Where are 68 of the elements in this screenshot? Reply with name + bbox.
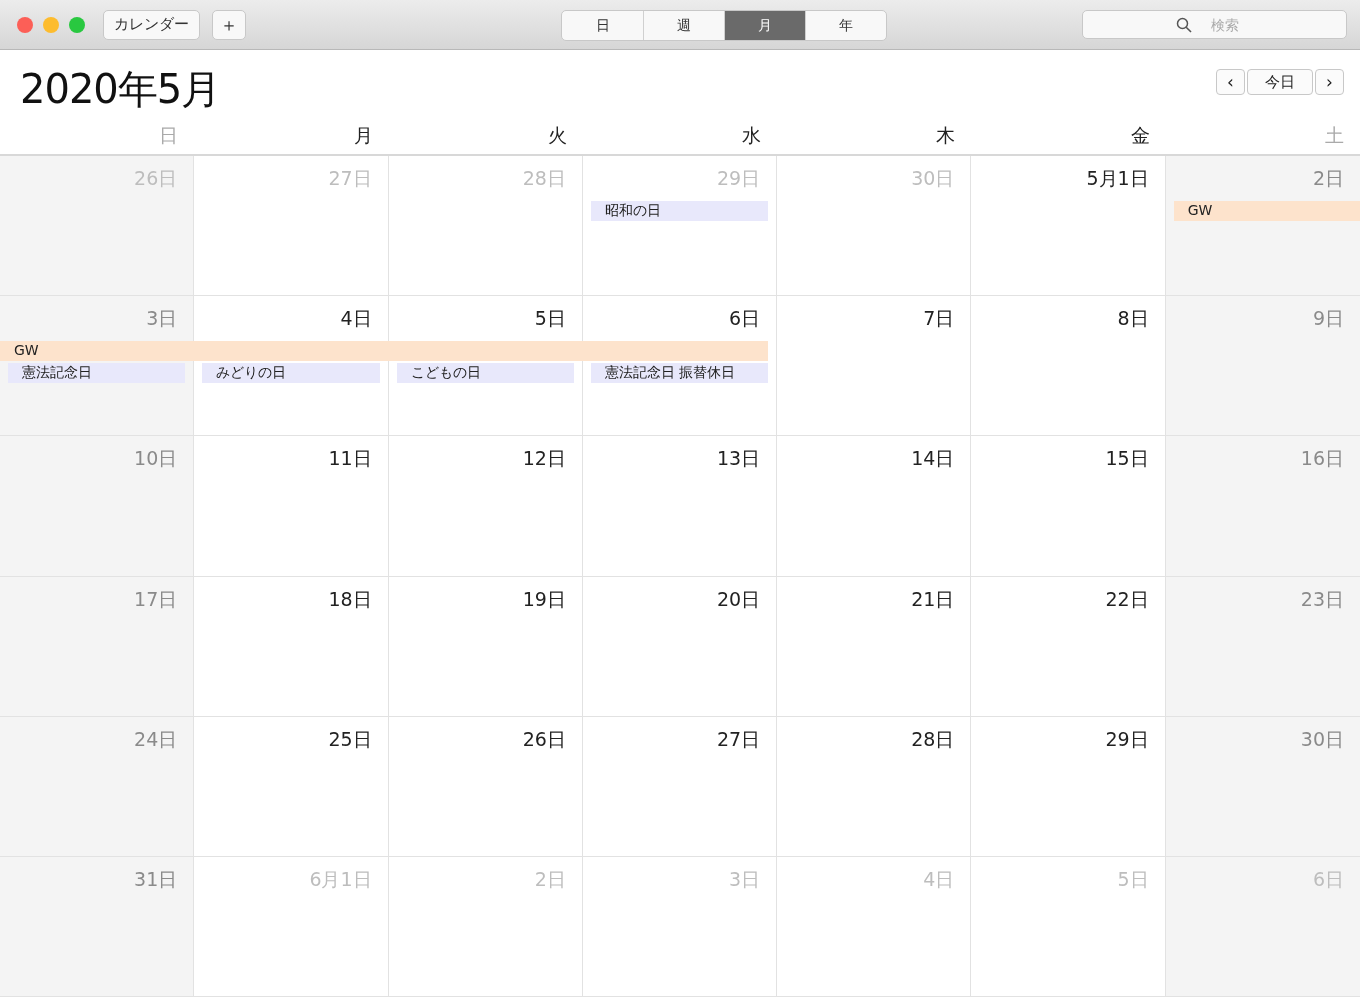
day-number: 3日: [146, 306, 178, 332]
weekday-heading: 火: [547, 123, 567, 148]
day-number: 28日: [911, 726, 955, 752]
day-number: 25日: [328, 726, 372, 752]
weekday-heading: 月: [353, 123, 373, 148]
day-number: 9日: [1312, 306, 1344, 332]
day-number: 7日: [923, 306, 955, 332]
day-number: 18日: [328, 586, 372, 612]
day-number: 6月1日: [309, 866, 372, 892]
view-tab[interactable]: 年: [805, 11, 886, 40]
zoom-button[interactable]: [69, 16, 85, 33]
day-number: 27日: [328, 166, 372, 191]
day-number: 11日: [328, 446, 372, 472]
day-number: 19日: [522, 586, 566, 612]
day-number: 29日: [1105, 726, 1149, 752]
view-tab[interactable]: 月: [724, 11, 805, 40]
day-number: 10日: [134, 446, 178, 472]
day-number: 6日: [729, 306, 761, 332]
day-number: 16日: [1300, 446, 1344, 472]
event-bar[interactable]: こどもの日: [396, 363, 574, 384]
weekday-heading: 日: [159, 123, 179, 148]
day-number: 22日: [1105, 586, 1149, 612]
day-number: 8日: [1117, 306, 1149, 332]
search-icon: [1176, 17, 1192, 33]
event-bar[interactable]: 憲法記念日 振替休日: [590, 363, 769, 384]
month-title: 2020年5月: [20, 64, 221, 114]
day-number: 14日: [911, 446, 955, 472]
day-number: 21日: [911, 586, 955, 612]
event-bar[interactable]: GW: [0, 341, 769, 362]
day-number: 12日: [522, 446, 566, 472]
day-number: 27日: [716, 726, 761, 752]
day-number: 30日: [1300, 726, 1344, 752]
day-number: 17日: [134, 586, 178, 612]
day-number: 23日: [1300, 586, 1344, 612]
event-bar[interactable]: GW: [1173, 201, 1360, 221]
view-tab[interactable]: 日: [562, 11, 643, 40]
minimize-button[interactable]: [43, 16, 59, 33]
event-bar[interactable]: 憲法記念日: [8, 363, 186, 384]
day-number: 24日: [134, 726, 178, 752]
next-button[interactable]: ›: [1315, 69, 1344, 95]
event-bar[interactable]: 昭和の日: [590, 201, 769, 221]
day-number: 13日: [716, 446, 761, 472]
weekday-heading: 水: [742, 123, 762, 148]
day-number: 29日: [716, 166, 761, 191]
day-number: 31日: [134, 866, 178, 892]
day-number: 5日: [1117, 866, 1149, 892]
day-number: 15日: [1105, 446, 1149, 472]
today-button[interactable]: 今日: [1247, 69, 1313, 95]
day-number: 2日: [534, 866, 566, 892]
day-number: 3日: [729, 866, 761, 892]
weekday-heading: 金: [1130, 123, 1150, 148]
day-number: 28日: [522, 166, 566, 191]
search-field[interactable]: 検索: [1082, 10, 1347, 39]
day-number: 5日: [534, 306, 566, 332]
day-number: 5月1日: [1086, 166, 1149, 191]
day-number: 4日: [923, 866, 955, 892]
day-number: 30日: [911, 166, 955, 191]
day-number: 26日: [522, 726, 566, 752]
day-number: 20日: [716, 586, 761, 612]
previous-button[interactable]: ‹: [1216, 69, 1245, 95]
close-button[interactable]: [17, 16, 33, 33]
event-bar[interactable]: みどりの日: [202, 363, 380, 384]
weekday-heading: 土: [1325, 123, 1344, 148]
day-number: 4日: [340, 306, 372, 332]
add-button[interactable]: ＋: [212, 9, 246, 40]
day-number: 2日: [1312, 166, 1344, 191]
calendars-button[interactable]: カレンダー: [103, 9, 200, 40]
weekday-heading: 木: [936, 123, 956, 148]
